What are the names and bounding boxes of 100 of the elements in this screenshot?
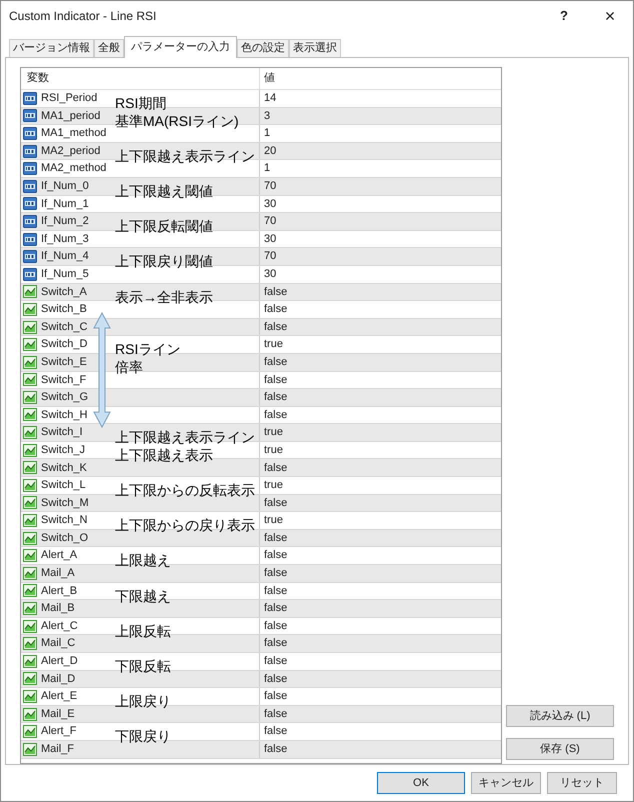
- annotation-text: 下限戻り: [115, 728, 171, 744]
- parameter-name: Alert_F: [41, 724, 76, 740]
- chart-icon: [23, 444, 37, 457]
- parameter-name: If_Num_0: [41, 179, 89, 194]
- number-icon: [23, 144, 37, 158]
- parameter-value[interactable]: 14: [264, 90, 276, 107]
- chart-icon: [23, 461, 37, 474]
- chart-icon: [23, 742, 37, 756]
- parameter-value[interactable]: false: [264, 688, 288, 705]
- annotation-text: 上限越え: [115, 552, 171, 568]
- parameter-value[interactable]: true: [264, 477, 283, 494]
- parameter-value[interactable]: false: [264, 600, 288, 617]
- number-icon: [23, 232, 37, 246]
- chart-icon: [23, 478, 37, 492]
- side-button[interactable]: 読み込み (L): [506, 705, 614, 727]
- parameter-value[interactable]: false: [264, 406, 288, 424]
- annotation-text: 表示→全非表示: [115, 288, 213, 305]
- number-icon: [23, 126, 37, 140]
- parameter-value[interactable]: 30: [264, 266, 276, 282]
- annotation-text: RSI期間: [115, 95, 166, 111]
- parameter-name: Mail_B: [41, 601, 75, 616]
- parameter-value[interactable]: false: [264, 618, 288, 634]
- parameter-value[interactable]: false: [264, 723, 288, 740]
- parameter-value[interactable]: 1: [264, 125, 270, 142]
- parameter-value[interactable]: false: [264, 670, 288, 688]
- parameter-value[interactable]: 70: [264, 213, 276, 230]
- parameter-value[interactable]: 30: [264, 230, 276, 248]
- annotation-text: 下限越え: [115, 588, 171, 604]
- tab[interactable]: 色の設定: [237, 39, 289, 57]
- number-icon: [23, 268, 37, 281]
- parameter-value[interactable]: true: [264, 442, 283, 458]
- parameter-value[interactable]: false: [264, 653, 288, 670]
- dialog-button[interactable]: リセット: [547, 772, 617, 794]
- parameter-name: Switch_C: [41, 320, 88, 335]
- dialog-button[interactable]: OK: [377, 772, 465, 794]
- column-header[interactable]: 変数: [21, 68, 260, 89]
- parameter-value[interactable]: false: [264, 530, 288, 546]
- annotation-text: 上限戻り: [115, 693, 171, 710]
- chart-icon: [23, 637, 37, 650]
- chart-icon: [23, 338, 37, 352]
- annotation-text: 基準MA(RSIライン): [115, 112, 239, 129]
- parameter-value[interactable]: 70: [264, 178, 276, 195]
- parameter-value[interactable]: false: [264, 565, 288, 582]
- parameter-value[interactable]: false: [264, 284, 288, 300]
- annotation-text: 上下限からの反転表示: [115, 482, 255, 498]
- parameter-value[interactable]: true: [264, 336, 283, 353]
- close-button[interactable]: ×: [587, 1, 633, 31]
- parameter-name: Alert_D: [41, 654, 78, 670]
- parameter-name: Mail_D: [41, 672, 76, 687]
- parameter-value[interactable]: false: [264, 547, 288, 564]
- parameter-value[interactable]: false: [264, 494, 288, 512]
- parameter-name: Alert_C: [41, 618, 78, 634]
- chart-icon: [23, 602, 37, 616]
- parameter-name: If_Num_3: [41, 232, 89, 247]
- parameter-value[interactable]: false: [264, 301, 288, 318]
- annotation-text: 上下限反転閾値: [115, 218, 213, 234]
- number-icon: [23, 197, 37, 210]
- number-icon: [23, 162, 37, 176]
- parameter-value[interactable]: 20: [264, 142, 276, 160]
- parameter-value[interactable]: 30: [264, 196, 276, 212]
- parameter-name: Switch_H: [41, 408, 88, 423]
- parameter-value[interactable]: false: [264, 318, 288, 336]
- column-header[interactable]: 値: [260, 68, 501, 89]
- parameter-name: Switch_M: [41, 496, 89, 511]
- parameter-value[interactable]: false: [264, 582, 288, 600]
- parameter-name: Switch_O: [41, 530, 88, 546]
- chart-icon: [23, 285, 37, 298]
- chart-icon: [23, 390, 37, 404]
- parameter-value[interactable]: false: [264, 741, 288, 758]
- parameter-value[interactable]: true: [264, 424, 283, 441]
- dialog-button[interactable]: キャンセル: [471, 772, 541, 794]
- parameter-value[interactable]: true: [264, 512, 283, 529]
- parameter-value[interactable]: false: [264, 389, 288, 406]
- parameter-name: Switch_E: [41, 354, 87, 370]
- parameter-name: If_Num_1: [41, 196, 89, 212]
- chart-icon: [23, 408, 37, 422]
- parameter-value[interactable]: false: [264, 460, 288, 476]
- chart-icon: [23, 426, 37, 440]
- parameter-value[interactable]: 1: [264, 160, 270, 177]
- parameter-name: Alert_E: [41, 689, 78, 704]
- parameter-value[interactable]: false: [264, 372, 288, 388]
- tab[interactable]: 全般: [94, 39, 124, 57]
- parameter-value[interactable]: false: [264, 354, 288, 370]
- chart-icon: [23, 584, 37, 598]
- parameter-value[interactable]: false: [264, 706, 288, 722]
- chart-icon: [23, 566, 37, 580]
- parameter-value[interactable]: 3: [264, 108, 270, 124]
- annotation-text: 上下限越え閾値: [115, 182, 213, 199]
- chart-icon: [23, 320, 37, 334]
- parameter-name: MA2_period: [41, 144, 100, 159]
- window-title: Custom Indicator - Line RSI: [9, 8, 158, 25]
- annotation-text: 上限反転: [115, 622, 171, 639]
- parameter-value[interactable]: 70: [264, 248, 276, 265]
- tab[interactable]: バージョン情報: [9, 39, 94, 57]
- tab[interactable]: パラメーターの入力: [124, 36, 237, 58]
- side-button[interactable]: 保存 (S): [506, 738, 614, 760]
- annotation-text: 下限反転: [115, 658, 171, 674]
- help-button[interactable]: ?: [541, 1, 587, 31]
- tab[interactable]: 表示選択: [289, 39, 341, 57]
- parameter-value[interactable]: false: [264, 635, 288, 652]
